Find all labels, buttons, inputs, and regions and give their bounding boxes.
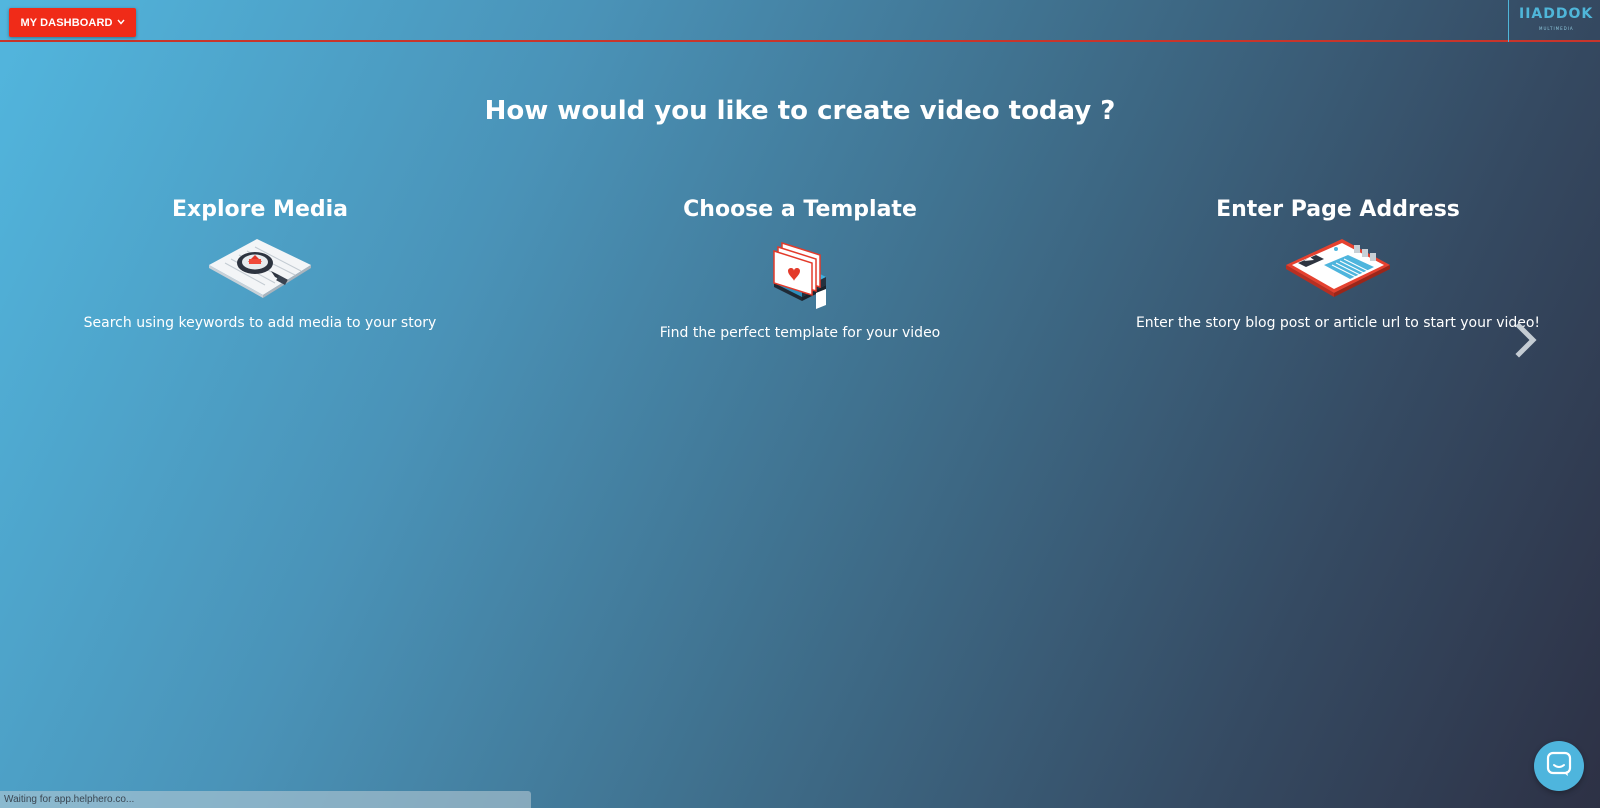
- web-page-icon: [1286, 239, 1390, 297]
- chevron-right-icon[interactable]: [1514, 322, 1540, 358]
- chat-bubble-icon: [1546, 751, 1572, 781]
- explore-media-title: Explore Media: [172, 197, 348, 222]
- top-bar: MY DASHBOARD IIADDOK MULTIMEDIA: [0, 0, 1600, 42]
- logo-text: IIADDOK: [1519, 6, 1594, 22]
- brand-logo: IIADDOK MULTIMEDIA: [1508, 0, 1600, 42]
- chevron-down-icon: [116, 18, 125, 27]
- logo-subtext: MULTIMEDIA: [1539, 26, 1574, 31]
- my-dashboard-button[interactable]: MY DASHBOARD: [9, 8, 136, 37]
- my-dashboard-label: MY DASHBOARD: [20, 16, 113, 29]
- choose-template-description: Find the perfect template for your video: [659, 325, 941, 341]
- chat-launcher-button[interactable]: [1534, 741, 1584, 791]
- explore-media-option[interactable]: Explore Media Search using keywords to a…: [0, 195, 520, 333]
- enter-page-address-title: Enter Page Address: [1216, 197, 1460, 222]
- magnifier-on-document-icon: [209, 239, 311, 298]
- explore-media-description: Search using keywords to add media to yo…: [83, 315, 437, 331]
- template-cards-icon: [773, 241, 826, 309]
- page-title: How would you like to create video today…: [484, 96, 1116, 126]
- browser-status-bar: Waiting for app.helphero.co...: [0, 791, 531, 808]
- choose-template-option[interactable]: Choose a Template Find the perfect templ…: [540, 195, 1060, 343]
- enter-page-address-option[interactable]: Enter Page Address Enter the story blog …: [1078, 195, 1598, 333]
- choose-template-title: Choose a Template: [683, 197, 917, 222]
